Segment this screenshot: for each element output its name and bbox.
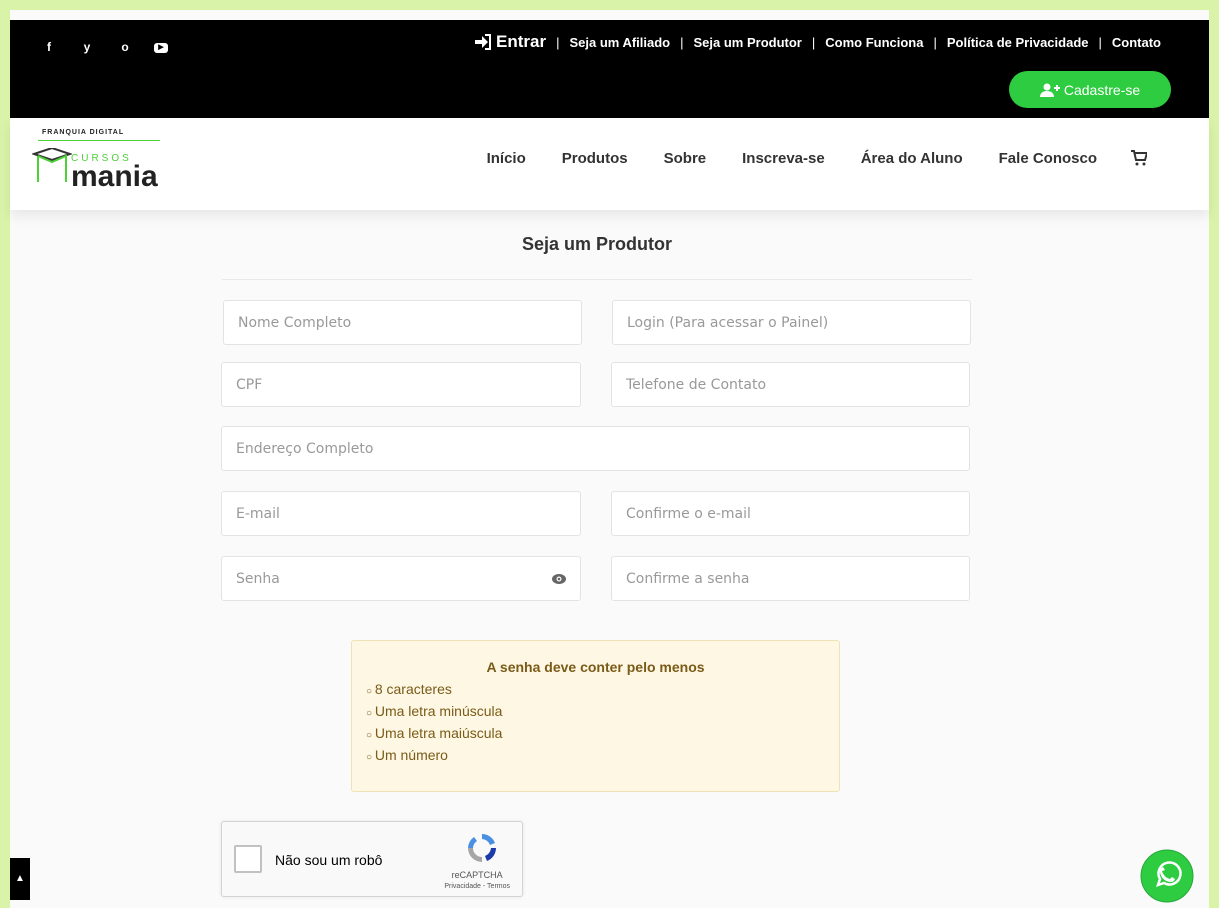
nav-area-aluno[interactable]: Área do Aluno xyxy=(861,150,963,167)
user-plus-icon xyxy=(1039,83,1060,97)
list-item: 8 caracteres xyxy=(366,681,825,697)
cpf-input[interactable] xyxy=(236,376,566,393)
password-rules-title: A senha deve conter pelo menos xyxy=(486,659,705,675)
recaptcha-widget: Não sou um robô reCAPTCHA Privacidade - … xyxy=(221,821,523,897)
facebook-icon[interactable]: f xyxy=(40,40,58,54)
arrow-up-icon: ▲ xyxy=(15,873,25,884)
logo-mania: mania xyxy=(71,160,158,193)
main-nav: Início Produtos Sobre Inscreva-se Área d… xyxy=(487,150,1149,167)
nav-sobre[interactable]: Sobre xyxy=(664,150,707,167)
cpf-field[interactable] xyxy=(221,362,581,407)
login-input[interactable] xyxy=(627,314,956,331)
email-field[interactable] xyxy=(221,491,581,536)
recaptcha-label: Não sou um robô xyxy=(275,852,383,868)
login-field[interactable] xyxy=(612,300,971,345)
whatsapp-icon[interactable] xyxy=(1140,849,1194,903)
signup-label: Cadastre-se xyxy=(1063,81,1141,98)
phone-input[interactable] xyxy=(626,376,955,393)
main-header: FRANQUIA DIGITAL CURSOS mania Início Pro… xyxy=(10,118,1209,210)
login-link[interactable]: Entrar xyxy=(474,32,546,52)
book-icon xyxy=(32,148,72,182)
nav-inicio[interactable]: Início xyxy=(487,150,526,167)
social-links: f y o ▶ xyxy=(40,40,168,54)
link-afiliado[interactable]: Seja um Afiliado xyxy=(569,35,670,50)
address-field[interactable] xyxy=(221,426,970,471)
recaptcha-checkbox[interactable] xyxy=(234,845,262,873)
name-input[interactable] xyxy=(238,314,567,331)
nav-produtos[interactable]: Produtos xyxy=(562,150,628,167)
scroll-top-button[interactable]: ▲ xyxy=(10,858,30,900)
password-rules: A senha deve conter pelo menos 8 caracte… xyxy=(351,640,840,792)
form-area: Seja um Produtor xyxy=(222,218,972,280)
list-item: Uma letra maiúscula xyxy=(366,725,825,741)
site-logo[interactable]: FRANQUIA DIGITAL CURSOS mania xyxy=(30,126,180,198)
page-title: Seja um Produtor xyxy=(521,234,673,254)
sign-in-icon xyxy=(475,34,491,50)
password-input[interactable] xyxy=(236,570,566,587)
list-item: Uma letra minúscula xyxy=(366,703,825,719)
eye-icon[interactable] xyxy=(552,574,566,584)
recaptcha-links[interactable]: Privacidade - Termos xyxy=(444,883,510,890)
link-como-funciona[interactable]: Como Funciona xyxy=(825,35,923,50)
divider xyxy=(222,279,972,280)
phone-field[interactable] xyxy=(611,362,970,407)
email-input[interactable] xyxy=(236,505,566,522)
top-bar: f y o ▶ Entrar | Seja um Afiliado | Seja… xyxy=(10,20,1209,118)
instagram-icon[interactable]: o xyxy=(116,40,134,54)
confirm-password-input[interactable] xyxy=(626,570,955,587)
top-nav: Entrar | Seja um Afiliado | Seja um Prod… xyxy=(474,32,1161,52)
cart-icon[interactable] xyxy=(1131,150,1147,166)
confirm-password-field[interactable] xyxy=(611,556,970,601)
signup-button[interactable]: Cadastre-se xyxy=(1009,71,1171,108)
list-item: Um número xyxy=(366,747,825,763)
twitter-icon[interactable]: y xyxy=(78,40,96,54)
nav-inscreva-se[interactable]: Inscreva-se xyxy=(742,150,825,167)
youtube-icon[interactable]: ▶ xyxy=(154,43,168,53)
confirm-email-field[interactable] xyxy=(611,491,970,536)
recaptcha-brand: reCAPTCHA xyxy=(451,870,503,880)
link-produtor[interactable]: Seja um Produtor xyxy=(694,35,802,50)
password-field[interactable] xyxy=(221,556,581,601)
confirm-email-input[interactable] xyxy=(626,505,955,522)
link-privacidade[interactable]: Política de Privacidade xyxy=(947,35,1089,50)
link-contato[interactable]: Contato xyxy=(1112,35,1161,50)
login-label: Entrar xyxy=(496,32,547,51)
recaptcha-icon xyxy=(468,834,496,862)
nav-fale-conosco[interactable]: Fale Conosco xyxy=(999,150,1097,167)
logo-tagline: FRANQUIA DIGITAL xyxy=(42,129,125,136)
address-input[interactable] xyxy=(236,440,955,457)
password-rules-list: 8 caracteres Uma letra minúscula Uma let… xyxy=(366,681,825,763)
name-field[interactable] xyxy=(223,300,582,345)
